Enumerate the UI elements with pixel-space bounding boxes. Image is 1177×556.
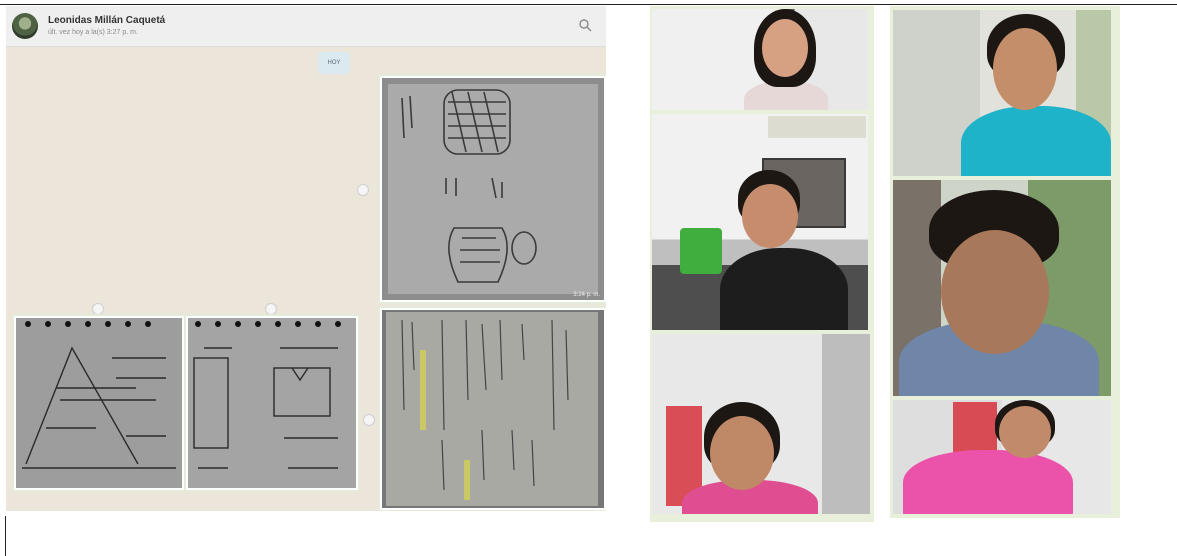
chat-header: Leonidas Millán Caquetá últ. vez hoy a l… xyxy=(6,6,606,47)
contact-name[interactable]: Leonidas Millán Caquetá xyxy=(48,15,165,26)
date-chip: HOY xyxy=(318,52,350,74)
chat-window: Leonidas Millán Caquetá últ. vez hoy a l… xyxy=(6,6,606,511)
chat-image-baskets[interactable]: 3:24 p. m. xyxy=(380,76,606,302)
boxes-sketch-image xyxy=(188,318,356,488)
video-tile-participant-5[interactable] xyxy=(893,180,1111,396)
sketch-image xyxy=(382,78,604,300)
video-tile-participant-2[interactable] xyxy=(652,114,868,330)
participant-face xyxy=(710,416,774,490)
participant-face xyxy=(941,230,1049,354)
participant-body xyxy=(720,248,848,330)
chat-image-notes[interactable] xyxy=(380,308,606,510)
participant-figure xyxy=(899,190,1099,396)
participant-body xyxy=(903,450,1073,514)
frame-line-top xyxy=(0,4,1177,5)
chat-image-triangle-sketch[interactable] xyxy=(14,316,184,490)
participant-body xyxy=(961,106,1111,176)
contact-avatar[interactable] xyxy=(12,13,38,39)
video-tile-participant-1[interactable] xyxy=(652,9,868,110)
participant-figure xyxy=(955,14,1111,176)
participant-face xyxy=(762,19,808,77)
video-tile-participant-4[interactable] xyxy=(893,10,1111,176)
wall-shelf xyxy=(768,116,866,138)
forward-icon[interactable] xyxy=(265,303,277,315)
forward-icon[interactable] xyxy=(363,414,375,426)
participant-face xyxy=(993,28,1057,110)
participant-face xyxy=(742,184,798,248)
participant-figure xyxy=(897,400,1087,514)
video-tile-participant-3[interactable] xyxy=(652,334,870,514)
triangle-sketch-image xyxy=(16,318,182,488)
chat-image-boxes-sketch[interactable] xyxy=(186,316,358,490)
frame-line-left xyxy=(5,516,6,556)
image-timestamp: 3:24 p. m. xyxy=(573,292,600,298)
video-tile-participant-6[interactable] xyxy=(893,400,1111,514)
notes-image xyxy=(382,310,604,508)
participant-figure xyxy=(680,402,820,514)
search-icon[interactable] xyxy=(578,18,592,32)
forward-icon[interactable] xyxy=(92,303,104,315)
participant-figure xyxy=(738,9,834,110)
contact-status: últ. vez hoy a la(s) 3:27 p. m. xyxy=(48,29,138,36)
participant-face xyxy=(999,406,1051,458)
forward-icon[interactable] xyxy=(357,184,369,196)
participant-figure xyxy=(710,170,850,330)
